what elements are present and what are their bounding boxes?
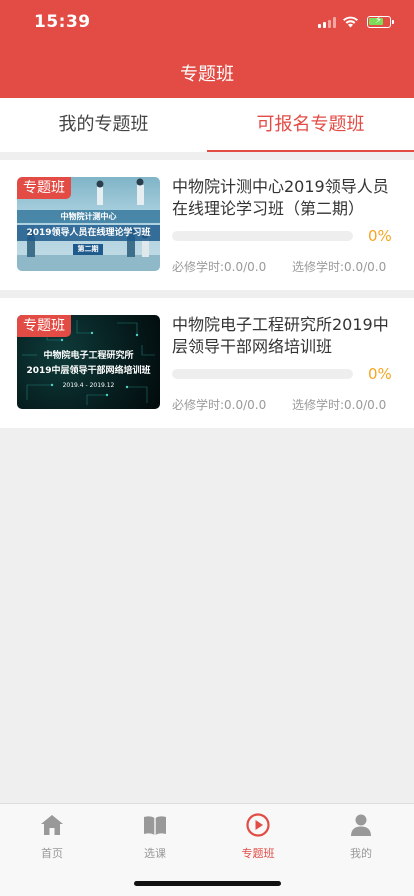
page-title: 专题班 (180, 64, 234, 85)
thumbnail-caption-issue: 第二期 (73, 244, 103, 255)
course-thumbnail: 中物院计测中心 2019领导人员在线理论学习班 第二期 专题班 (17, 177, 160, 271)
progress-bar (172, 369, 353, 379)
course-card[interactable]: 中物院电子工程研究所 2019中层领导干部网络培训班 2019.4 - 2019… (0, 298, 414, 428)
course-title: 中物院计测中心2019领导人员在线理论学习班（第二期） (172, 177, 389, 218)
user-icon (351, 814, 371, 836)
course-list: 中物院计测中心 2019领导人员在线理论学习班 第二期 专题班 中物院计测中心2… (0, 160, 414, 436)
progress-percent: 0% (368, 365, 392, 383)
tab-enrollable-special-classes[interactable]: 可报名专题班 (207, 98, 414, 152)
tab-my-special-classes[interactable]: 我的专题班 (0, 98, 207, 152)
nav-courses-label: 选课 (144, 847, 166, 860)
book-icon (144, 816, 166, 835)
play-circle-icon (246, 813, 270, 837)
special-class-badge: 专题班 (17, 315, 71, 337)
thumbnail-caption-org: 中物院计测中心 (17, 210, 160, 223)
nav-courses[interactable]: 选课 (125, 812, 185, 861)
thumbnail-caption-org: 中物院电子工程研究所 (43, 351, 134, 361)
battery-icon: ⚡ (367, 15, 394, 28)
nav-special-classes[interactable]: 专题班 (228, 812, 288, 861)
course-card[interactable]: 中物院计测中心 2019领导人员在线理论学习班 第二期 专题班 中物院计测中心2… (0, 160, 414, 290)
nav-profile[interactable]: 我的 (331, 812, 391, 861)
special-class-badge: 专题班 (17, 177, 71, 199)
status-time: 15:39 (34, 12, 91, 32)
thumbnail-caption-title: 2019中层领导干部网络培训班 (26, 366, 151, 376)
status-bar: 15:39 ⚡ (0, 0, 414, 44)
elective-hours: 选修学时:0.0/0.0 (292, 398, 387, 412)
thumbnail-caption-dates: 2019.4 - 2019.12 (62, 382, 115, 389)
app-root: 15:39 ⚡ 专题班 我的专题班 可报名专题班 中物院计测中心 2019领导人… (0, 0, 414, 896)
elective-hours: 选修学时:0.0/0.0 (292, 260, 387, 274)
required-hours: 必修学时:0.0/0.0 (172, 260, 267, 274)
home-indicator[interactable] (134, 881, 281, 886)
thumbnail-caption-title: 2019领导人员在线理论学习班 (17, 225, 160, 241)
home-icon (41, 815, 63, 835)
nav-home-label: 首页 (41, 847, 63, 860)
nav-profile-label: 我的 (350, 847, 372, 860)
progress-bar (172, 231, 353, 241)
nav-special-classes-label: 专题班 (241, 847, 275, 860)
wifi-icon (343, 16, 358, 28)
progress-percent: 0% (368, 227, 392, 245)
required-hours: 必修学时:0.0/0.0 (172, 398, 267, 412)
course-title: 中物院电子工程研究所2019中层领导干部网络培训班 (172, 315, 389, 356)
course-thumbnail: 中物院电子工程研究所 2019中层领导干部网络培训班 2019.4 - 2019… (17, 315, 160, 409)
nav-home[interactable]: 首页 (22, 812, 82, 861)
header-bar: 15:39 ⚡ 专题班 (0, 0, 414, 98)
cellular-signal-icon (318, 17, 336, 28)
tab-bar: 我的专题班 可报名专题班 (0, 98, 414, 152)
